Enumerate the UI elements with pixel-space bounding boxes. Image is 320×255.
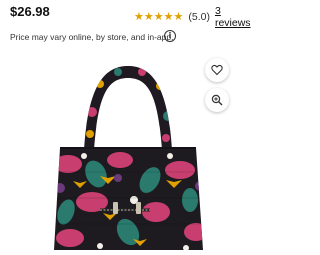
star-icon: ★ bbox=[143, 10, 154, 23]
favorite-button[interactable] bbox=[205, 58, 229, 82]
tote-bag-illustration bbox=[54, 66, 203, 250]
star-icon: ★ bbox=[173, 10, 184, 23]
zoom-button[interactable] bbox=[205, 88, 229, 112]
rating[interactable]: ★ ★ ★ ★ ★ (5.0) 3 reviews bbox=[134, 5, 251, 29]
price-disclaimer: Price may vary online, by store, and in-… bbox=[10, 32, 174, 42]
info-icon[interactable]: i bbox=[164, 30, 176, 42]
reviews-link[interactable]: 3 reviews bbox=[215, 5, 251, 29]
star-icon: ★ bbox=[153, 10, 164, 23]
price: $26.98 bbox=[10, 4, 50, 19]
heart-icon bbox=[211, 64, 223, 76]
star-icon: ★ bbox=[163, 10, 174, 23]
zoom-in-icon bbox=[211, 94, 223, 106]
rating-value: (5.0) bbox=[188, 11, 210, 23]
star-icon: ★ bbox=[134, 10, 144, 23]
star-rating: ★ ★ ★ ★ ★ bbox=[134, 10, 184, 23]
product-image[interactable] bbox=[0, 52, 250, 250]
